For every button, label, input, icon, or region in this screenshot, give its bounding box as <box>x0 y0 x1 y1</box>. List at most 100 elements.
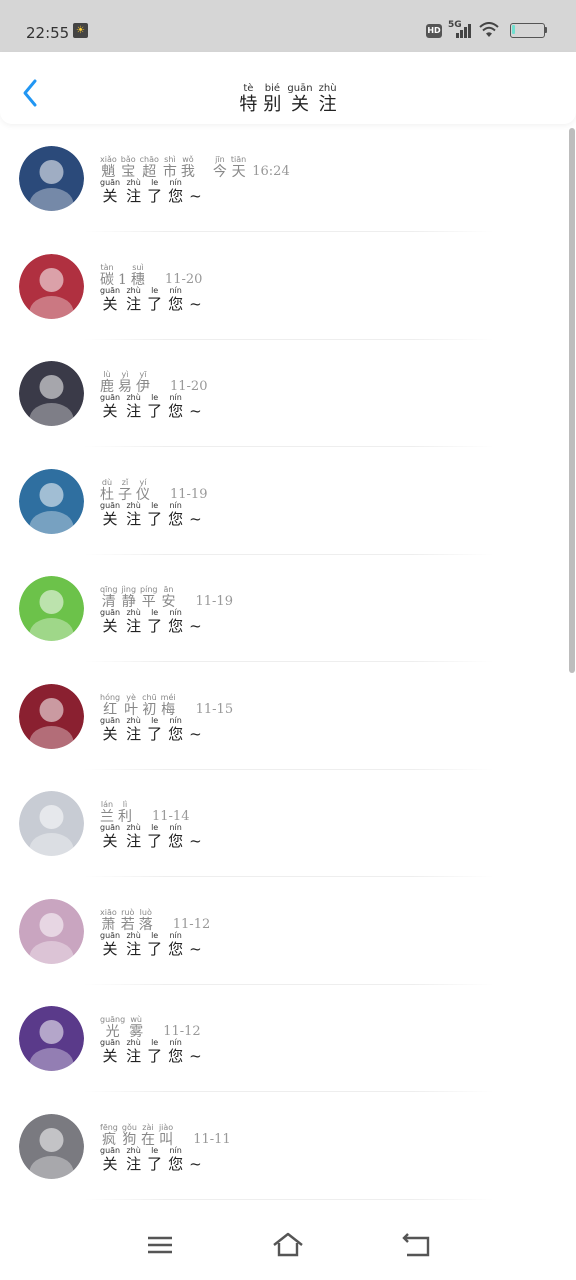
list-item[interactable]: dù 杜 zǐ 子 yí 仪 11-19 guān 关 zhù 注 le 了 nín 您 ~ <box>0 448 560 555</box>
pinyin: shì <box>164 155 176 164</box>
list-item[interactable]: tàn 碳 1 suì 穗 11-20 guān 关 zhù 注 le 了 nín 您 ~ <box>0 233 560 340</box>
pinyin: guān <box>100 1145 121 1155</box>
pinyin: nín <box>169 393 182 402</box>
hanzi: 了 <box>147 1047 163 1065</box>
list-item[interactable]: xiǎo 魈 bǎo 宝 chāo 超 shì 市 wǒ 我 jīn 今 tiān 天 16:24 guān 关… <box>0 125 560 232</box>
user-name-line: xiāo 萧 ruò 若 luò 落 11-12 <box>100 907 210 933</box>
avatar[interactable] <box>19 253 84 319</box>
message-char: zhù 注 <box>126 1038 141 1066</box>
pinyin: guān <box>100 823 121 832</box>
avatar[interactable] <box>19 468 84 534</box>
message-char: guān 关 <box>100 823 121 851</box>
name-char: xiāo 萧 <box>100 908 117 933</box>
hanzi: 关 <box>102 724 118 743</box>
name-char: lì 利 <box>118 801 132 826</box>
follow-time: 11-15 <box>194 702 233 718</box>
avatar[interactable] <box>19 898 84 964</box>
hanzi: 您 <box>168 724 184 743</box>
pinyin: le <box>151 823 159 832</box>
message-char: guān 关 <box>100 501 120 528</box>
timestamp: 11-11 <box>193 1131 231 1147</box>
message-char: le 了 <box>147 501 162 528</box>
pinyin: luò <box>139 907 152 917</box>
pinyin: nín <box>169 930 182 940</box>
pinyin: guāng <box>100 1015 126 1024</box>
hanzi: 别 <box>263 94 282 115</box>
pinyin: xiǎo <box>100 155 117 164</box>
list-item[interactable]: lù 鹿 yì 易 yī 伊 11-20 guān 关 zhù 注 le 了 nín 您 ~ <box>0 340 560 447</box>
pinyin: píng <box>140 585 158 594</box>
avatar[interactable] <box>19 1006 84 1071</box>
pinyin: guān <box>100 715 121 725</box>
pinyin: zhù <box>126 1145 141 1155</box>
avatar[interactable] <box>19 576 84 641</box>
message-char: zhù 注 <box>126 1145 141 1173</box>
message-char: guān 关 <box>100 715 121 743</box>
hanzi: 关 <box>102 1154 118 1173</box>
menu-icon[interactable] <box>143 1230 177 1260</box>
hanzi: 注 <box>318 94 337 115</box>
name-char: fēng 疯 <box>100 1123 118 1148</box>
hanzi: 天 <box>231 164 246 180</box>
list-item[interactable]: xiāo 萧 ruò 若 luò 落 11-12 guān 关 zhù 注 le 了 nín 您 ~ <box>0 878 560 985</box>
message-char: nín 您 <box>168 393 183 421</box>
name-char: suì 穗 <box>131 263 145 288</box>
name-char: ruò 若 <box>121 907 135 933</box>
avatar[interactable] <box>19 683 84 749</box>
hanzi: 注 <box>126 402 142 420</box>
message-char: nín 您 <box>168 179 183 206</box>
timestamp: 11-19 <box>195 594 233 609</box>
home-icon[interactable] <box>271 1230 305 1260</box>
hanzi: 您 <box>168 832 184 850</box>
message-char: guān 关 <box>100 930 121 958</box>
message-char: nín 您 <box>168 1146 184 1173</box>
return-icon[interactable] <box>399 1230 433 1260</box>
message-suffix: ~ <box>189 832 202 850</box>
message-char: guān 关 <box>100 1039 120 1066</box>
avatar[interactable] <box>19 1113 84 1179</box>
hanzi: 我 <box>180 164 195 180</box>
name-char: qīng 清 <box>100 586 117 611</box>
name-char: guāng 光 <box>100 1015 126 1041</box>
pinyin: ruò <box>121 907 135 917</box>
pinyin: wù <box>130 1015 143 1024</box>
name-char: yè 叶 <box>124 693 138 718</box>
message-char: le 了 <box>147 715 162 743</box>
page-header: tè 特 bié 别 guān 关 zhù 注 <box>0 52 576 124</box>
pinyin: zhù <box>126 1038 141 1047</box>
pinyin: gǒu <box>121 1122 137 1132</box>
message-char: le 了 <box>147 823 162 851</box>
avatar[interactable] <box>19 146 84 211</box>
hanzi: 了 <box>147 617 163 635</box>
follow-message: guān 关 zhù 注 le 了 nín 您 ~ <box>100 285 202 313</box>
pinyin: tè <box>243 83 254 94</box>
avatar[interactable] <box>19 361 84 426</box>
list-item[interactable]: hóng 红 yè 叶 chū 初 méi 梅 11-15 guān 关 zhù 注 le 了 nín 您 ~ <box>0 663 560 770</box>
follow-message: guān 关 zhù 注 le 了 nín 您 ~ <box>100 393 202 421</box>
list-item[interactable]: lán 兰 lì 利 11-14 guān 关 zhù 注 le 了 nín 您 ~ <box>0 770 560 877</box>
navigation-bar <box>0 1212 576 1280</box>
list-item[interactable]: guāng 光 wù 雾 11-12 guān 关 zhù 注 le 了 nín 您 ~ <box>0 985 560 1092</box>
pinyin: chū <box>142 692 157 702</box>
list-item[interactable]: qīng 清 jìng 静 píng 平 ān 安 11-19 guān 关 zhù 注 le 了 nín 您 ~ <box>0 555 560 662</box>
pinyin: guān <box>100 285 121 295</box>
pinyin: le <box>151 715 159 725</box>
message-char: guān 关 <box>100 394 120 421</box>
hanzi: 您 <box>168 1154 184 1173</box>
follow-message: guān 关 zhù 注 le 了 nín 您 ~ <box>100 715 202 743</box>
avatar[interactable] <box>19 791 84 856</box>
list-item[interactable]: fēng 疯 gǒu 狗 zài 在 jiào 叫 11-11 guān 关 zhù 注 le 了 nín 您 ~ <box>0 1093 560 1200</box>
name-char: yī 伊 <box>136 371 150 396</box>
hanzi: 您 <box>168 1047 184 1065</box>
follow-message: guān 关 zhù 注 le 了 nín 您 ~ <box>100 930 202 958</box>
pinyin: zài <box>142 1122 154 1132</box>
pinyin: nín <box>169 1038 182 1047</box>
hanzi: 今 <box>212 164 227 180</box>
message-char: zhù 注 <box>126 609 141 636</box>
pinyin: guān <box>100 930 121 940</box>
follow-time: 11-11 <box>191 1132 230 1148</box>
follow-message: guān 关 zhù 注 le 了 nín 您 ~ <box>100 1145 202 1173</box>
page-title: tè 特 bié 别 guān 关 zhù 注 <box>0 76 576 116</box>
message-suffix: ~ <box>189 1154 202 1173</box>
scrollbar[interactable] <box>569 128 575 673</box>
